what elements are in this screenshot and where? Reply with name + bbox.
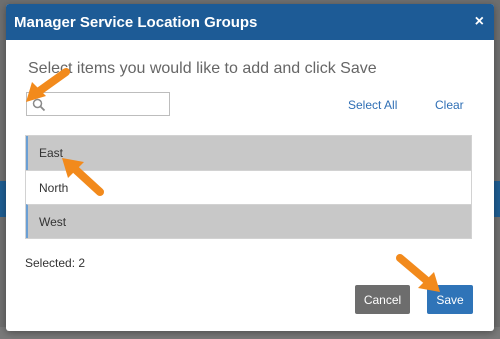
backdrop-strip-right [494, 181, 500, 217]
annotation-arrow-icon [26, 68, 70, 102]
annotation-arrow-icon [62, 158, 104, 196]
instructions-text: Select items you would like to add and c… [28, 60, 377, 77]
clear-link[interactable]: Clear [435, 98, 464, 112]
selected-count: Selected: 2 [25, 256, 86, 270]
list-item-label: West [39, 214, 67, 229]
dialog-title: Manager Service Location Groups [14, 13, 258, 31]
close-icon[interactable]: × [475, 14, 484, 30]
dialog-header: Manager Service Location Groups × [6, 4, 494, 40]
annotation-arrow-icon [396, 254, 440, 292]
select-all-link[interactable]: Select All [348, 98, 397, 112]
list-item-west[interactable]: West [26, 204, 471, 238]
